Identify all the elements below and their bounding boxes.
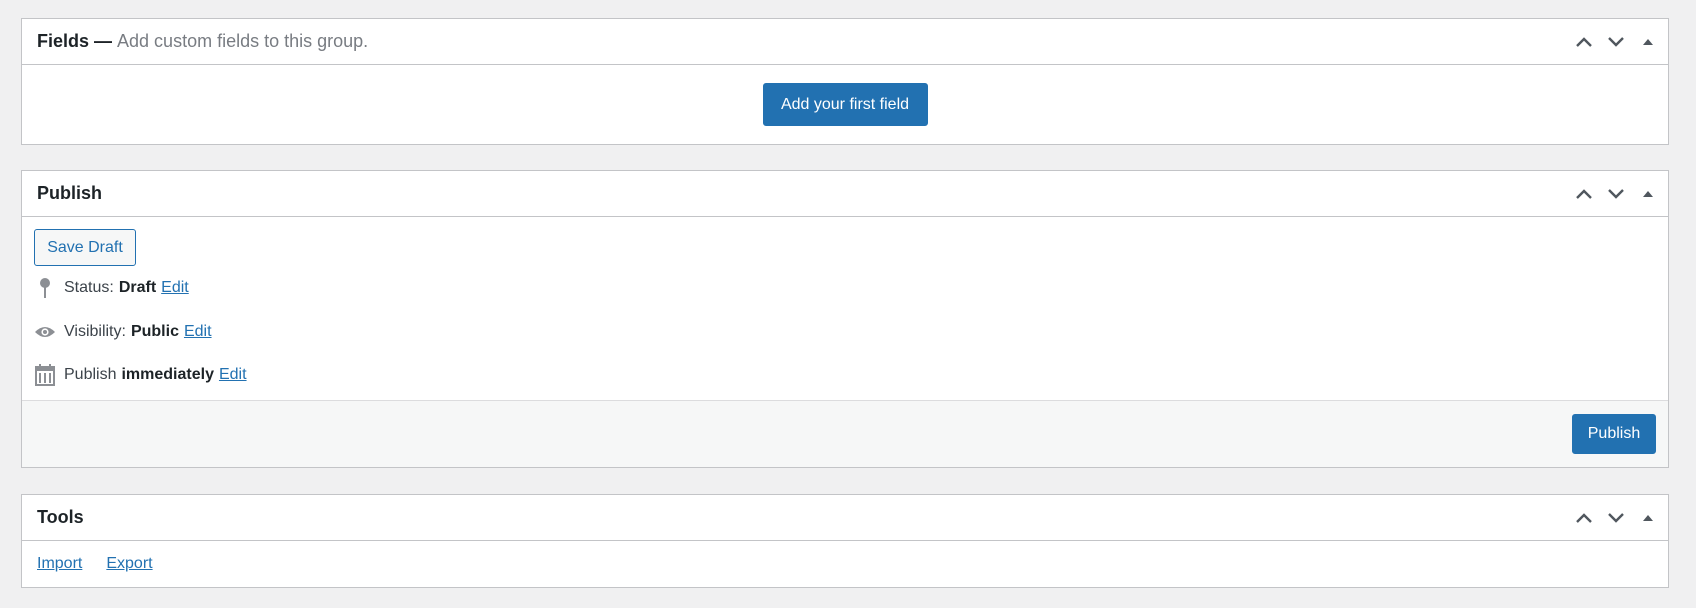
caret-up-icon [1643, 190, 1653, 197]
publish-inside: Save Draft Status: Draft Edit Visibility: P… [22, 217, 1668, 467]
publish-postbox-header: Publish [22, 171, 1668, 217]
caret-up-icon [1643, 514, 1653, 521]
tools-postbox: Tools Import Export [21, 494, 1669, 588]
schedule-value: immediately [121, 366, 214, 383]
toggle-panel-button[interactable] [1632, 24, 1664, 60]
fields-postbox: Fields — Add custom fields to this group… [21, 18, 1669, 145]
fields-postbox-header: Fields — Add custom fields to this group… [22, 19, 1668, 65]
move-down-button[interactable] [1600, 500, 1632, 536]
move-up-button[interactable] [1568, 24, 1600, 60]
move-up-button[interactable] [1568, 500, 1600, 536]
tools-inside: Import Export [22, 541, 1668, 587]
toggle-panel-button[interactable] [1632, 176, 1664, 212]
publish-postbox: Publish Save Draft Status: Draft Edit Vi… [21, 170, 1669, 468]
pin-icon [34, 276, 56, 300]
tools-postbox-header: Tools [22, 495, 1668, 541]
caret-up-icon [1643, 38, 1653, 45]
add-first-field-button[interactable]: Add your first field [762, 83, 928, 126]
visibility-row: Visibility: Public Edit [34, 320, 212, 344]
export-link[interactable]: Export [106, 555, 152, 573]
chevron-up-icon [1576, 512, 1592, 523]
chevron-down-icon [1608, 512, 1624, 523]
fields-title: Fields — Add custom fields to this group… [37, 31, 368, 52]
visibility-value: Public [130, 323, 179, 340]
visibility-label: Visibility: [64, 323, 126, 340]
move-down-button[interactable] [1600, 176, 1632, 212]
tools-handle-actions [1568, 495, 1668, 540]
import-link[interactable]: Import [37, 555, 82, 573]
tools-title: Tools [37, 507, 84, 527]
toggle-panel-button[interactable] [1632, 500, 1664, 536]
schedule-label: Publish [64, 366, 117, 383]
edit-schedule-link[interactable]: Edit [219, 366, 247, 384]
status-value: Draft [118, 279, 157, 296]
chevron-up-icon [1576, 36, 1592, 47]
status-row: Status: Draft Edit [34, 276, 189, 300]
fields-title-description: Add custom fields to this group. [117, 31, 369, 51]
status-label: Status: [64, 279, 114, 296]
fields-handle-actions [1568, 19, 1668, 64]
chevron-down-icon [1608, 188, 1624, 199]
edit-visibility-link[interactable]: Edit [184, 323, 212, 341]
fields-inside: Add your first field [22, 65, 1668, 144]
schedule-row: Publish immediately Edit [34, 363, 247, 387]
chevron-up-icon [1576, 188, 1592, 199]
chevron-down-icon [1608, 36, 1624, 47]
move-up-button[interactable] [1568, 176, 1600, 212]
publish-button[interactable]: Publish [1572, 414, 1656, 454]
fields-title-text: Fields — [37, 31, 113, 51]
save-draft-button[interactable]: Save Draft [34, 229, 136, 266]
move-down-button[interactable] [1600, 24, 1632, 60]
edit-status-link[interactable]: Edit [161, 279, 189, 297]
publish-title: Publish [37, 183, 103, 203]
major-publishing-actions: Publish [22, 400, 1668, 467]
publish-handle-actions [1568, 171, 1668, 216]
eye-icon [34, 320, 56, 344]
calendar-icon [34, 363, 56, 387]
